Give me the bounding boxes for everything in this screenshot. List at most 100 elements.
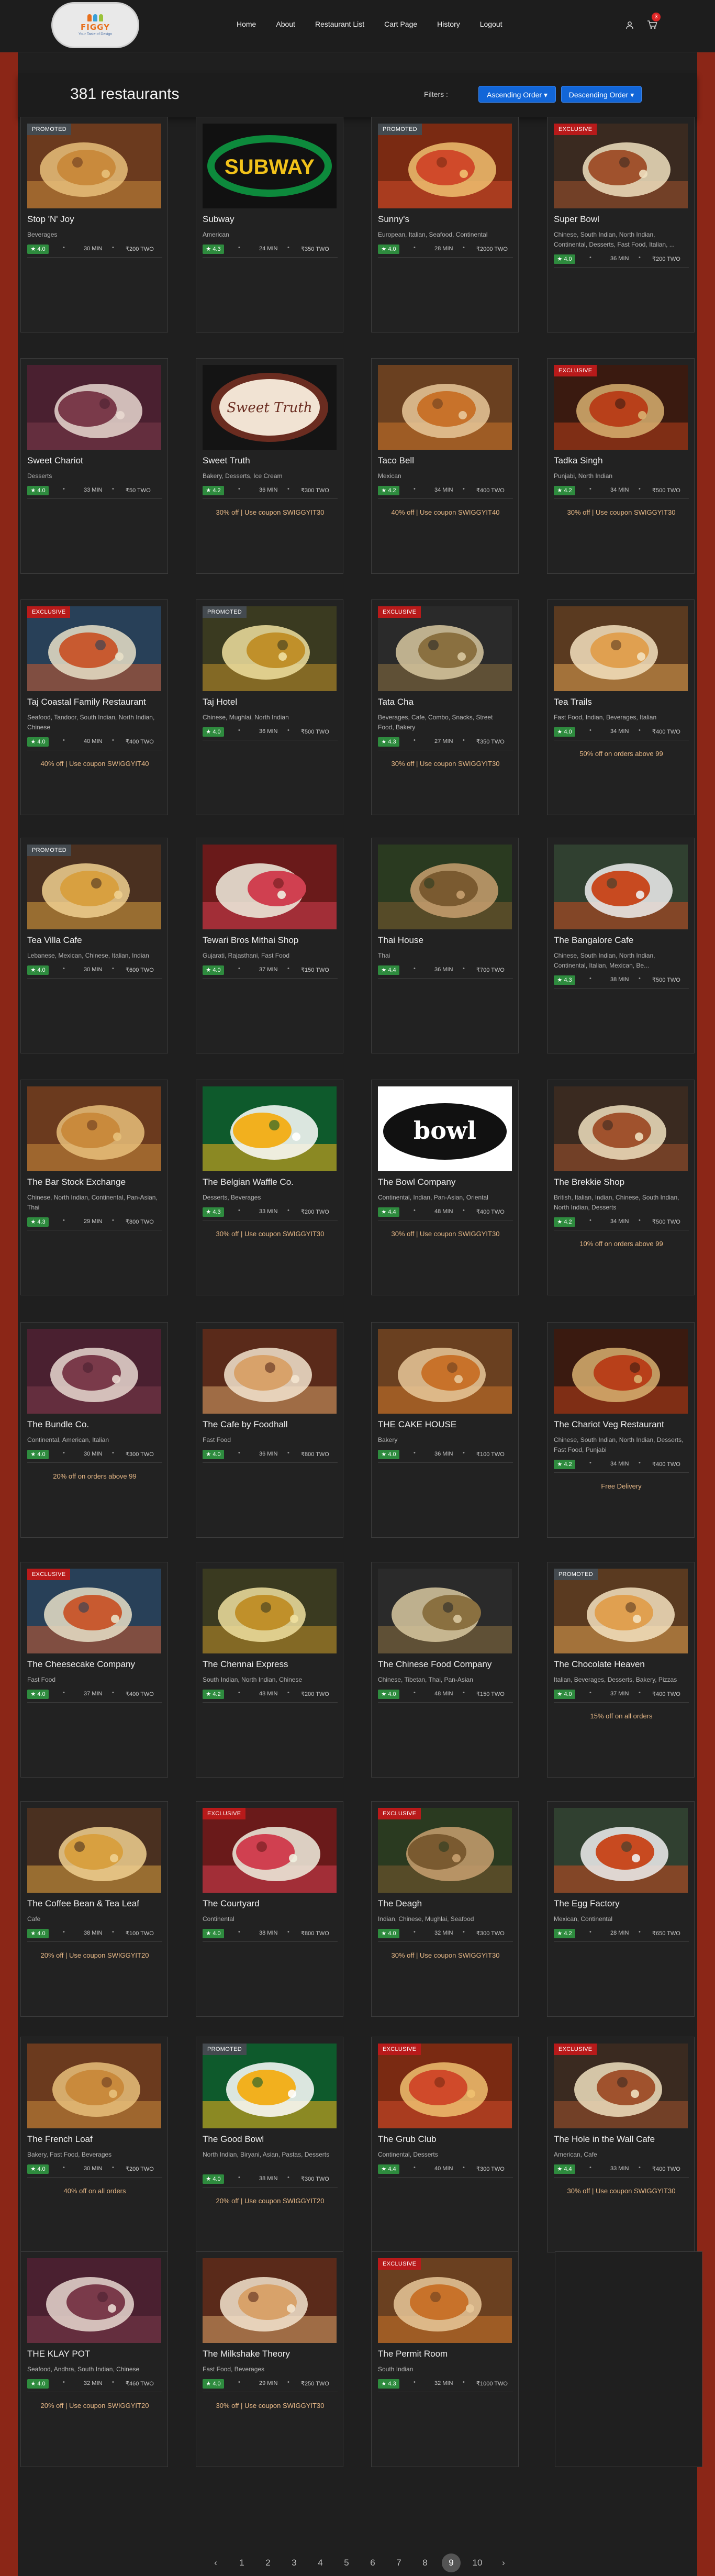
nav-link-restaurant-list[interactable]: Restaurant List <box>315 20 364 28</box>
restaurant-card[interactable]: PROMOTED Tea Villa Cafe Lebanese, Mexican,… <box>20 838 168 1053</box>
restaurant-name[interactable]: The Belgian Waffle Co. <box>203 1177 338 1187</box>
restaurant-card[interactable]: EXCLUSIVE The Courtyard Continental ★ 4.0 • 3… <box>196 1801 343 2017</box>
chevron-left-icon[interactable]: ‹ <box>203 2553 229 2572</box>
restaurant-card[interactable]: bowl The Bowl Company Continental, Indian,… <box>371 1080 519 1295</box>
restaurant-card[interactable]: The Bangalore Cafe Chinese, South Indian,… <box>547 838 695 1053</box>
noodles-plate-photo[interactable] <box>378 2258 512 2343</box>
restaurant-card[interactable]: The Coffee Bean & Tea Leaf Cafe ★ 4.0 • 38 M… <box>20 1801 168 2017</box>
restaurant-card[interactable]: The Brekkie Shop British, Italian, Indian… <box>547 1080 695 1295</box>
rice-bowl-photo[interactable] <box>203 2044 337 2128</box>
burger-plate-photo[interactable] <box>378 2044 512 2128</box>
restaurant-name[interactable]: The Deagh <box>378 1898 513 1909</box>
restaurant-name[interactable]: The Chennai Express <box>203 1659 338 1670</box>
fish-curry-photo[interactable] <box>27 2258 161 2343</box>
page-link-3[interactable]: 3 <box>281 2553 307 2572</box>
curry-bowl-photo[interactable] <box>554 124 688 208</box>
restaurant-card[interactable]: THE CAKE HOUSE Bakery ★ 4.0 • 36 MIN • ₹100 TW… <box>371 1322 519 1538</box>
egg-dish-photo[interactable] <box>554 1808 688 1893</box>
restaurant-name[interactable]: The Brekkie Shop <box>554 1177 689 1187</box>
tea-cups-photo[interactable] <box>554 606 688 691</box>
waffle-photo[interactable] <box>203 1086 337 1171</box>
restaurant-card[interactable]: The Chinese Food Company Chinese, Tibetan… <box>371 1562 519 1778</box>
restaurant-name[interactable]: The Grub Club <box>378 2134 513 2145</box>
nav-link-home[interactable]: Home <box>237 20 256 28</box>
restaurant-card[interactable]: Sweet Chariot Desserts ★ 4.0 • 33 MIN • ₹50 TW… <box>20 358 168 574</box>
restaurant-card[interactable]: The French Loaf Bakery, Fast Food, Bevera… <box>20 2037 168 2252</box>
mithai-photo[interactable] <box>203 845 337 929</box>
restaurant-name[interactable]: Thai House <box>378 935 513 946</box>
restaurant-name[interactable]: Tadka Singh <box>554 456 689 466</box>
bento-photo[interactable] <box>554 845 688 929</box>
nav-link-about[interactable]: About <box>276 20 295 28</box>
skewers-photo[interactable] <box>378 1808 512 1893</box>
restaurant-card[interactable]: The Belgian Waffle Co. Desserts, Beverage… <box>196 1080 343 1295</box>
restaurant-card[interactable]: The Chariot Veg Restaurant Chinese, South… <box>547 1322 695 1538</box>
chocolate-cake-photo[interactable] <box>554 1569 688 1653</box>
page-link-7[interactable]: 7 <box>386 2553 412 2572</box>
restaurant-name[interactable]: Tea Trails <box>554 697 689 707</box>
restaurant-card[interactable]: The Chennai Express South Indian, North I… <box>196 1562 343 1778</box>
restaurant-card[interactable]: The Cafe by Foodhall Fast Food ★ 4.0 • 36 MI… <box>196 1322 343 1538</box>
nav-link-history[interactable]: History <box>437 20 460 28</box>
milkshake-photo[interactable] <box>203 2258 337 2343</box>
page-link-2[interactable]: 2 <box>255 2553 281 2572</box>
restaurant-card[interactable]: EXCLUSIVE The Deagh Indian, Chinese, Mughl… <box>371 1801 519 2017</box>
restaurant-name[interactable]: The Hole in the Wall Cafe <box>554 2134 689 2145</box>
iced-drink-photo[interactable] <box>203 1808 337 1893</box>
subway-logo[interactable]: SUBWAY <box>203 124 337 208</box>
restaurant-name[interactable]: Sweet Truth <box>203 456 338 466</box>
restaurant-name[interactable]: The Good Bowl <box>203 2134 338 2145</box>
thai-food-photo[interactable] <box>378 845 512 929</box>
restaurant-name[interactable]: Taco Bell <box>378 456 513 466</box>
restaurant-card[interactable]: EXCLUSIVE Taj Coastal Family Restaurant Se… <box>20 599 168 815</box>
restaurant-card[interactable]: Tewari Bros Mithai Shop Gujarati, Rajasth… <box>196 838 343 1053</box>
brand-logo[interactable]: FIGGY Your Taste of Design <box>51 2 139 48</box>
restaurant-name[interactable]: The Bangalore Cafe <box>554 935 689 946</box>
sort-ascending-button[interactable]: Ascending Order ▾ <box>478 86 556 103</box>
nav-link-cart-page[interactable]: Cart Page <box>384 20 417 28</box>
taco-photo[interactable] <box>378 365 512 450</box>
restaurant-card[interactable]: The Milkshake Theory Fast Food, Beverages… <box>196 2251 343 2467</box>
restaurant-name[interactable]: The Cafe by Foodhall <box>203 1419 338 1430</box>
restaurant-name[interactable]: The Permit Room <box>378 2349 513 2359</box>
noodle-bowl-photo[interactable] <box>27 1086 161 1171</box>
restaurant-card[interactable]: Sweet Truth Sweet Truth Bakery, Desserts, … <box>196 358 343 574</box>
restaurant-name[interactable]: The Egg Factory <box>554 1898 689 1909</box>
restaurant-card[interactable]: EXCLUSIVE Tata Cha Beverages, Cafe, Combo,… <box>371 599 519 815</box>
restaurant-name[interactable]: The Coffee Bean & Tea Leaf <box>27 1898 162 1909</box>
lasagna-photo[interactable] <box>27 845 161 929</box>
sandwich-photo[interactable] <box>27 1808 161 1893</box>
restaurant-card[interactable]: EXCLUSIVE Tadka Singh Punjabi, North India… <box>547 358 695 574</box>
restaurant-name[interactable]: Tata Cha <box>378 697 513 707</box>
sweet-truth-logo[interactable]: Sweet Truth <box>203 365 337 450</box>
pizza-photo[interactable] <box>378 124 512 208</box>
chilli-chicken-photo[interactable] <box>378 1569 512 1653</box>
page-link-8[interactable]: 8 <box>412 2553 438 2572</box>
restaurant-card[interactable]: EXCLUSIVE The Permit Room South Indian ★ 4.… <box>371 2251 519 2467</box>
restaurant-name[interactable]: The Bowl Company <box>378 1177 513 1187</box>
restaurant-name[interactable]: The Cheesecake Company <box>27 1659 162 1670</box>
thali-photo[interactable] <box>554 365 688 450</box>
restaurant-name[interactable]: The Courtyard <box>203 1898 338 1909</box>
burger-photo-2[interactable] <box>27 1329 161 1414</box>
restaurant-card[interactable]: EXCLUSIVE The Hole in the Wall Cafe Americ… <box>547 2037 695 2252</box>
restaurant-name[interactable]: Sweet Chariot <box>27 456 162 466</box>
restaurant-card[interactable]: Tea Trails Fast Food, Indian, Beverages, … <box>547 599 695 815</box>
cheesecake-photo[interactable] <box>27 1569 161 1653</box>
restaurant-card[interactable]: THE KLAY POT Seafood, Andhra, South India… <box>20 2251 168 2467</box>
page-link-4[interactable]: 4 <box>307 2553 333 2572</box>
burger-photo[interactable] <box>27 124 161 208</box>
omelette-photo[interactable] <box>203 1329 337 1414</box>
cake-photo[interactable] <box>27 365 161 450</box>
paneer-curry-photo[interactable] <box>554 1329 688 1414</box>
restaurant-card[interactable]: Taco Bell Mexican ★ 4.2 • 34 MIN • ₹400 TWO 40%… <box>371 358 519 574</box>
restaurant-name[interactable]: Tewari Bros Mithai Shop <box>203 935 338 946</box>
restaurant-card[interactable]: PROMOTED Taj Hotel Chinese, Mughlai, North… <box>196 599 343 815</box>
bowl-company-logo[interactable]: bowl <box>378 1086 512 1171</box>
restaurant-name[interactable]: The Chocolate Heaven <box>554 1659 689 1670</box>
restaurant-card[interactable]: SUBWAY Subway American ★ 4.3 • 24 MIN • ₹350 TW… <box>196 117 343 332</box>
breakfast-plate-photo[interactable] <box>554 2044 688 2128</box>
page-link-6[interactable]: 6 <box>360 2553 386 2572</box>
restaurant-name[interactable]: THE CAKE HOUSE <box>378 1419 513 1430</box>
restaurant-card[interactable]: The Egg Factory Mexican, Continental ★ 4.2… <box>547 1801 695 2017</box>
